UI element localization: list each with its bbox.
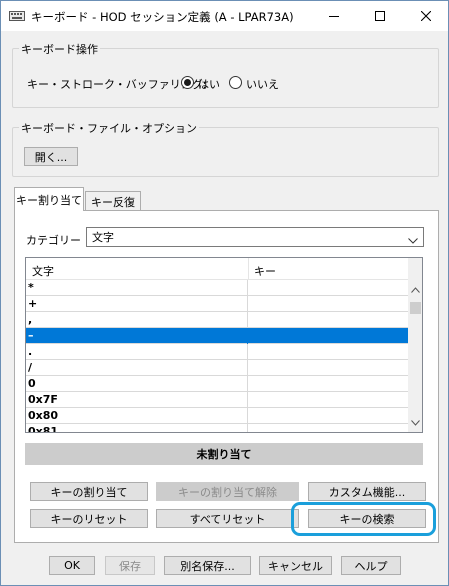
assign-key-button[interactable]: キーの割り当て xyxy=(30,482,148,501)
minimize-button[interactable] xyxy=(311,1,357,31)
scrollbar-thumb[interactable] xyxy=(410,302,421,314)
char-cell[interactable]: 0 xyxy=(26,376,248,392)
char-cell[interactable]: , xyxy=(26,312,248,328)
char-cell[interactable]: 0x7F xyxy=(26,392,248,408)
table-row[interactable]: 0x80 xyxy=(26,408,408,424)
unassigned-button[interactable]: 未割り当て xyxy=(25,443,423,465)
category-value: 文字 xyxy=(92,231,114,244)
category-label: カテゴリー xyxy=(26,234,81,247)
table-row[interactable]: . xyxy=(26,344,408,360)
table-body: * +, –./0 0x7F 0x80 0x81 xyxy=(26,280,408,432)
cancel-button[interactable]: キャンセル xyxy=(259,556,332,575)
close-icon xyxy=(421,11,431,21)
unassign-key-button[interactable]: キーの割り当て解除 xyxy=(156,482,299,501)
key-assignment-table: 文字 キー * +, –./0 0x7F 0x80 0x81 xyxy=(25,257,423,433)
tab-key-assignment[interactable]: キー割り当て xyxy=(14,187,84,211)
column-header-char[interactable]: 文字 xyxy=(32,263,54,279)
chevron-down-icon xyxy=(408,234,418,247)
open-file-button[interactable]: 開く... xyxy=(24,147,78,166)
table-row[interactable]: / xyxy=(26,360,408,376)
window-title: キーボード - HOD セッション定義 (A - LPAR73A) xyxy=(31,10,294,24)
table-header: 文字 キー xyxy=(26,258,408,280)
keyboard-ops-legend: キーボード操作 xyxy=(19,41,100,57)
table-row[interactable]: , xyxy=(26,312,408,328)
char-cell[interactable]: * xyxy=(26,280,248,296)
column-header-key[interactable]: キー xyxy=(254,263,276,279)
column-divider[interactable] xyxy=(248,258,249,280)
search-key-button[interactable]: キーの検索 xyxy=(308,509,426,528)
char-cell[interactable]: 0x81 xyxy=(26,424,248,432)
custom-function-button[interactable]: カスタム機能... xyxy=(308,482,426,501)
buffering-no-radio[interactable] xyxy=(229,76,242,89)
save-button[interactable]: 保存 xyxy=(105,556,155,575)
tab-key-repeat[interactable]: キー反復 xyxy=(85,191,141,211)
maximize-icon xyxy=(375,11,385,21)
save-as-button[interactable]: 別名保存... xyxy=(164,556,251,575)
file-options-legend: キーボード・ファイル・オプション xyxy=(19,120,199,136)
keyboard-dialog: キーボード - HOD セッション定義 (A - LPAR73A) キーボード操… xyxy=(0,0,449,586)
title-bar[interactable]: キーボード - HOD セッション定義 (A - LPAR73A) xyxy=(1,1,448,31)
keyboard-icon xyxy=(9,11,25,21)
char-cell[interactable]: – xyxy=(26,328,248,344)
char-cell[interactable]: / xyxy=(26,360,248,376)
reset-all-button[interactable]: すべてリセット xyxy=(156,509,299,528)
ok-button[interactable]: OK xyxy=(49,556,95,575)
table-row[interactable]: * xyxy=(26,280,408,296)
scroll-up-icon[interactable] xyxy=(408,282,422,298)
category-select[interactable]: 文字 xyxy=(86,227,424,247)
close-button[interactable] xyxy=(403,1,449,31)
char-cell[interactable]: . xyxy=(26,344,248,360)
buffering-label: キー・ストローク・バッファリング: xyxy=(27,78,207,91)
minimize-icon xyxy=(329,16,339,17)
char-cell[interactable]: 0x80 xyxy=(26,408,248,424)
table-row[interactable]: – xyxy=(26,328,408,344)
table-row[interactable]: 0x81 xyxy=(26,424,408,432)
buffering-no-label[interactable]: いいえ xyxy=(246,76,279,92)
buffering-yes-label[interactable]: はい xyxy=(198,76,220,92)
table-row[interactable]: + xyxy=(26,296,408,312)
help-button[interactable]: ヘルプ xyxy=(341,556,401,575)
char-cell[interactable]: + xyxy=(26,296,248,312)
scroll-down-icon[interactable] xyxy=(408,415,422,431)
buffering-yes-radio[interactable] xyxy=(181,76,194,89)
vertical-scrollbar[interactable] xyxy=(408,258,422,432)
reset-key-button[interactable]: キーのリセット xyxy=(30,509,148,528)
table-row[interactable]: 0 xyxy=(26,376,408,392)
maximize-button[interactable] xyxy=(357,1,403,31)
table-row[interactable]: 0x7F xyxy=(26,392,408,408)
